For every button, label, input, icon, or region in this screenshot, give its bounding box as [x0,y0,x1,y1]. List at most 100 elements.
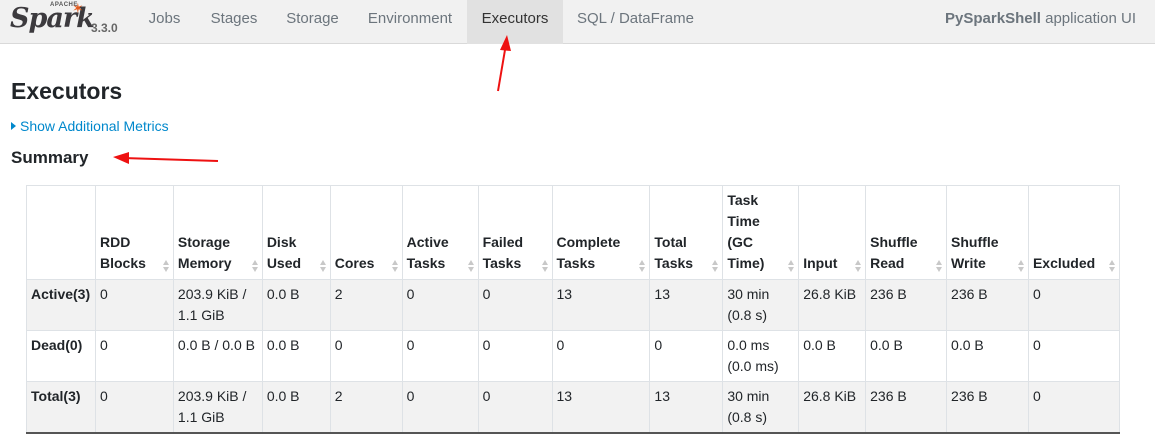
table-cell: 203.9 KiB / 1.1 GiB [172,279,263,331]
table-cell: 0 [1027,279,1121,331]
table-cell: 0.0 B [865,330,948,382]
table-cell: 13 [551,279,651,331]
column-header-rdd-blocks[interactable]: RDD Blocks [94,185,174,280]
app-title-suffix: application UI [1040,10,1136,27]
table-cell: 0 [1027,330,1121,382]
column-header-label: Total Tasks [654,234,694,271]
row-label: Total(3) [26,381,96,434]
table-cell: 203.9 KiB / 1.1 GiB [172,381,263,434]
sort-icon[interactable] [391,259,399,273]
table-cell: 26.8 KiB [798,279,867,331]
table-cell: 2 [329,279,403,331]
table-cell: 26.8 KiB [798,381,867,434]
summary-table: RDD Blocks Storage Memory Disk Used Cores Ac… [26,185,1121,434]
table-cell: 13 [551,381,651,434]
table-cell: 236 B [865,381,948,434]
tab-stages[interactable]: Stages [196,0,272,44]
sort-icon[interactable] [1017,259,1025,273]
tab-jobs[interactable]: Jobs [133,0,196,44]
column-header-excluded[interactable]: Excluded [1027,185,1121,280]
sort-icon[interactable] [541,259,549,273]
sort-icon[interactable] [162,259,170,273]
caret-right-icon [11,122,16,130]
tab-sql-dataframe[interactable]: SQL / DataFrame [563,0,708,44]
table-cell: 0.0 B [261,381,331,434]
tab-environment[interactable]: Environment [353,0,467,44]
table-cell: 0 [94,330,174,382]
column-header-label: Shuffle Write [951,234,999,271]
table-cell: 236 B [946,381,1029,434]
sort-icon[interactable] [712,259,719,273]
sort-icon[interactable] [639,259,646,273]
column-header-label: RDD Blocks [99,234,146,271]
table-cell: 0.0 B [798,330,867,382]
sort-icon[interactable] [788,259,795,273]
sort-icon[interactable] [251,259,259,273]
column-header-complete-tasks[interactable]: Complete Tasks [551,185,651,280]
table-cell: 0 [477,330,553,382]
summary-title: Summary [11,148,89,167]
column-header-total-tasks[interactable]: Total Tasks [649,185,724,280]
column-header-label: Task Time (GC Time) [727,192,765,271]
column-header-label: Input [803,255,838,271]
header-row: RDD Blocks Storage Memory Disk Used Cores Ac… [26,185,1121,280]
table-row: Dead(0) 0 0.0 B / 0.0 B 0.0 B 0 0 0 0 0 0.0 ms (0… [26,330,1121,382]
show-additional-metrics-link[interactable]: Show Additional Metrics [11,118,169,134]
column-header-label: Complete Tasks [556,234,621,271]
summary-table-body: Active(3) 0 203.9 KiB / 1.1 GiB 0.0 B 2 0 0 13 1… [26,279,1121,434]
sort-icon[interactable] [1109,259,1116,273]
tab-storage[interactable]: Storage [272,0,353,44]
app-title: PySparkShell application UI [945,0,1136,44]
column-header-shuffle-write[interactable]: Shuffle Write [946,185,1029,280]
table-cell: 30 min (0.8 s) [722,279,800,331]
table-cell: 0.0 B [946,330,1029,382]
show-additional-metrics-label: Show Additional Metrics [20,118,169,134]
column-header-label: Excluded [1032,255,1096,271]
sort-icon[interactable] [467,259,475,273]
column-header-task-time-gc-time[interactable]: Task Time (GC Time) [722,185,800,280]
table-cell: 0.0 B [261,330,331,382]
arrow-to-summary [113,152,219,164]
table-cell: 0 [649,330,724,382]
app-name: PySparkShell [945,10,1041,27]
table-cell: 0.0 B / 0.0 B [172,330,263,382]
spark-logo[interactable]: APACHE Spark ✶ 3.3.0 [10,0,130,44]
sort-icon[interactable] [936,259,943,273]
table-cell: 0 [94,279,174,331]
navbar: APACHE Spark ✶ 3.3.0 Jobs Stages Storage… [0,0,1155,44]
table-cell: 0 [477,279,553,331]
summary-table-header: RDD Blocks Storage Memory Disk Used Cores Ac… [26,185,1121,280]
table-cell: 0 [94,381,174,434]
table-cell: 0 [1027,381,1121,434]
table-cell: 0 [329,330,403,382]
table-cell: 0 [551,330,651,382]
table-cell: 0.0 B [261,279,331,331]
column-header-disk-used[interactable]: Disk Used [261,185,331,280]
sort-icon[interactable] [319,259,327,273]
column-header-row-label [26,185,96,280]
column-header-label: Failed Tasks [482,234,524,271]
row-label: Active(3) [26,279,96,331]
table-cell: 0 [401,381,479,434]
column-header-cores[interactable]: Cores [329,185,403,280]
table-cell: 2 [329,381,403,434]
column-header-label: Active Tasks [406,234,449,271]
table-cell: 0 [401,279,479,331]
table-cell: 13 [649,279,724,331]
table-row: Total(3) 0 203.9 KiB / 1.1 GiB 0.0 B 2 0 0 13 13… [26,381,1121,434]
column-header-shuffle-read[interactable]: Shuffle Read [865,185,948,280]
table-cell: 0 [477,381,553,434]
sort-icon[interactable] [855,259,862,273]
table-cell: 236 B [865,279,948,331]
table-cell: 0 [401,330,479,382]
table-cell: 236 B [946,279,1029,331]
tab-executors[interactable]: Executors [467,0,563,44]
column-header-input[interactable]: Input [798,185,867,280]
column-header-active-tasks[interactable]: Active Tasks [401,185,479,280]
row-label: Dead(0) [26,330,96,382]
version-label: 3.3.0 [91,21,118,35]
column-header-storage-memory[interactable]: Storage Memory [172,185,263,280]
column-header-label: Disk Used [266,234,302,271]
column-header-failed-tasks[interactable]: Failed Tasks [477,185,553,280]
page-title: Executors [11,78,123,104]
